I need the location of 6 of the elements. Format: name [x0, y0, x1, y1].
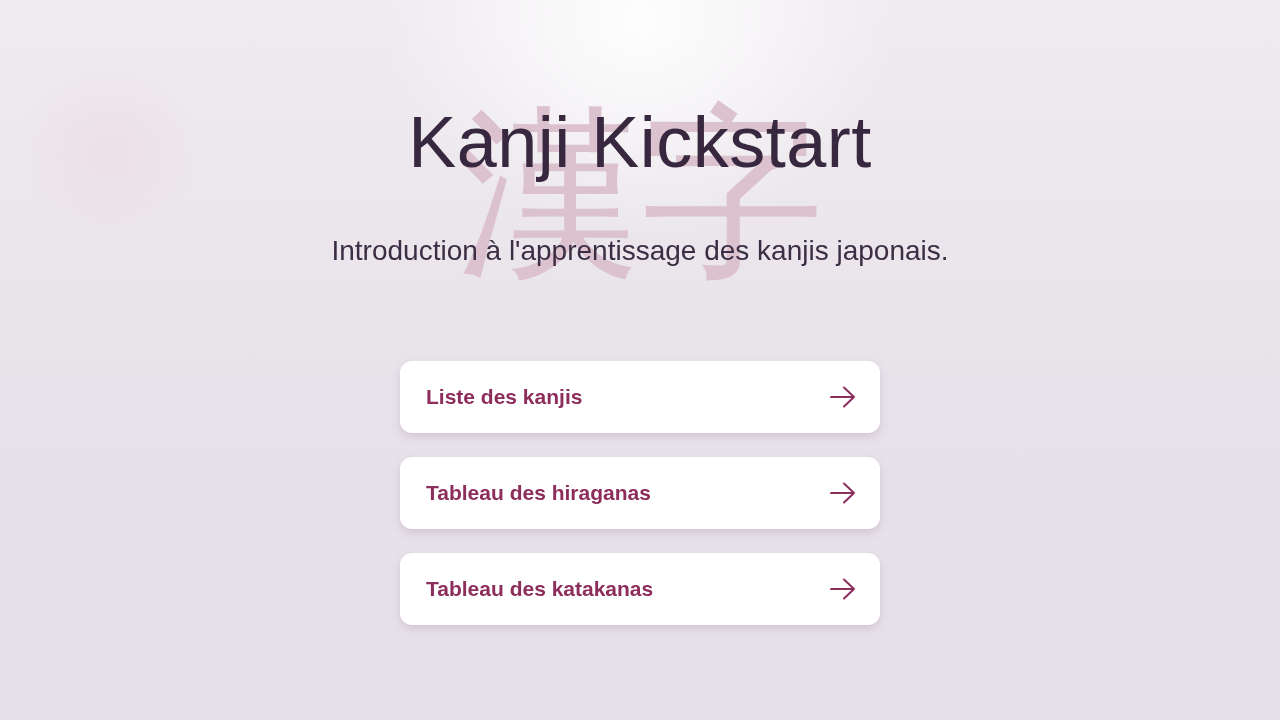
nav-link-card[interactable]: Tableau des katakanas — [400, 553, 880, 625]
arrow-right-icon — [830, 578, 856, 600]
nav-link-card[interactable]: Tableau des hiraganas — [400, 457, 880, 529]
nav-link-card[interactable]: Liste des kanjis — [400, 361, 880, 433]
arrow-right-icon — [830, 386, 856, 408]
arrow-right-icon — [830, 482, 856, 504]
